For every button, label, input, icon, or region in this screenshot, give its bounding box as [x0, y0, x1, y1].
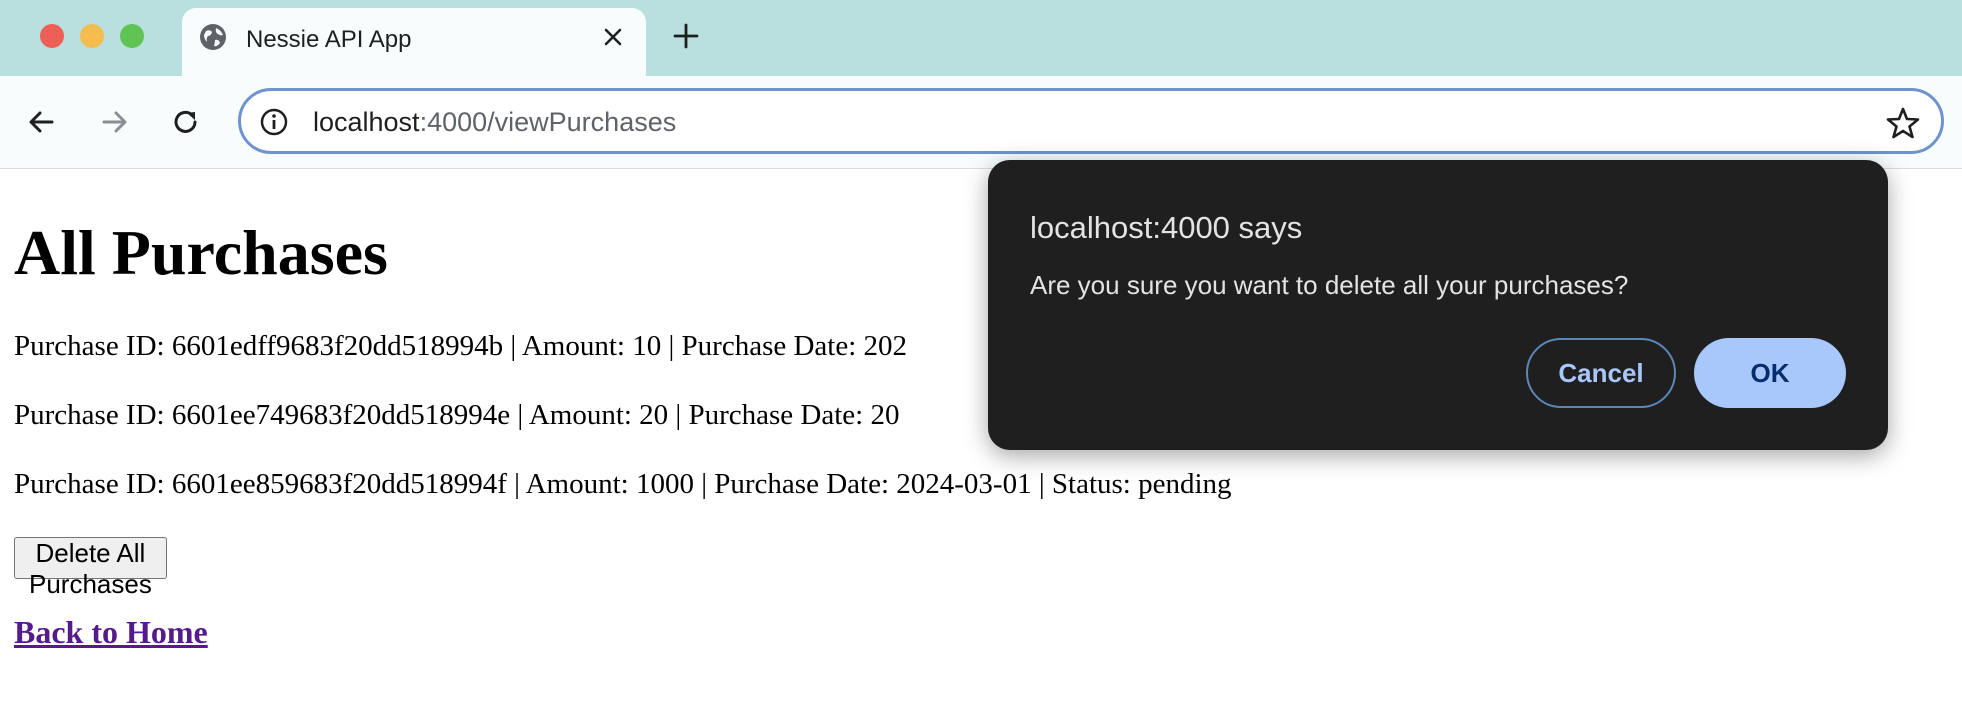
url-text[interactable]: localhost:4000/viewPurchases [313, 107, 676, 138]
purchase-row: Purchase ID: 6601edff9683f20dd518994b | … [14, 330, 908, 362]
page-title: All Purchases [14, 217, 388, 288]
dialog-title: localhost:4000 says [1030, 210, 1303, 245]
tab-title: Nessie API App [246, 26, 412, 53]
url-host: localhost [313, 107, 420, 137]
delete-all-purchases-button[interactable]: Delete All Purchases [14, 537, 167, 599]
reload-icon[interactable] [168, 104, 204, 140]
back-to-home-link[interactable]: Back to Home [14, 614, 208, 651]
window-minimize-button[interactable] [80, 24, 104, 48]
confirm-dialog: localhost:4000 says Are you sure you wan… [988, 160, 1888, 450]
browser-toolbar: localhost:4000/viewPurchases [0, 76, 1962, 169]
browser-tab[interactable]: Nessie API App [182, 8, 646, 76]
url-path: :4000/viewPurchases [419, 107, 677, 137]
ok-button[interactable]: OK [1694, 338, 1846, 408]
star-icon[interactable] [1885, 105, 1921, 141]
globe-icon [200, 24, 226, 50]
address-bar[interactable]: localhost:4000/viewPurchases [238, 88, 1944, 154]
arrow-right-icon[interactable] [96, 104, 132, 140]
browser-tabstrip: Nessie API App [0, 0, 1962, 76]
close-icon[interactable] [598, 22, 628, 52]
info-icon[interactable] [259, 107, 289, 137]
dialog-message: Are you sure you want to delete all your… [1030, 270, 1629, 300]
purchase-row: Purchase ID: 6601ee749683f20dd518994e | … [14, 399, 900, 431]
window-close-button[interactable] [40, 24, 64, 48]
window-zoom-button[interactable] [120, 24, 144, 48]
cancel-button[interactable]: Cancel [1526, 338, 1676, 408]
purchase-row: Purchase ID: 6601ee859683f20dd518994f | … [14, 468, 1232, 500]
arrow-left-icon[interactable] [24, 104, 60, 140]
plus-icon[interactable] [670, 20, 702, 52]
